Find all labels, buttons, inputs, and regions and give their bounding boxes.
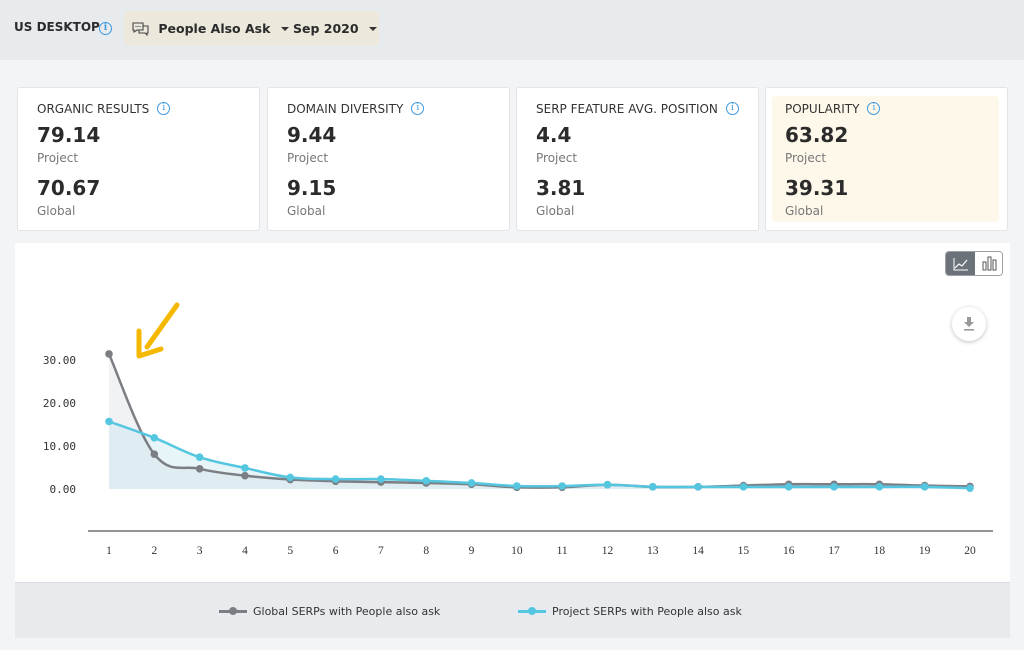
project-point-8[interactable]	[422, 477, 431, 485]
y-tick-label: 0.00	[50, 483, 77, 496]
x-tick-label: 18	[874, 545, 886, 557]
project-point-7[interactable]	[377, 475, 385, 483]
project-point-17[interactable]	[830, 483, 838, 491]
x-tick-label: 4	[242, 545, 248, 557]
x-tick-label: 7	[378, 545, 384, 557]
annotation-arrow	[136, 302, 180, 359]
x-tick-label: 1	[106, 545, 112, 557]
download-button[interactable]	[952, 307, 986, 341]
x-tick-label: 12	[602, 545, 614, 557]
legend-item-global[interactable]: Global SERPs with People also ask	[219, 605, 440, 618]
project-point-14[interactable]	[694, 483, 702, 491]
download-icon	[964, 317, 974, 331]
line-view-button[interactable]	[946, 252, 975, 275]
x-tick-label: 11	[557, 545, 568, 557]
x-tick-label: 3	[197, 545, 203, 557]
line-chart: 0.0010.0020.0030.00 1 2 3 4 5 6 7 8 9 10 11 12 13 14 1…	[43, 302, 993, 557]
series-area-project	[109, 421, 970, 489]
bar-view-button[interactable]	[975, 252, 1002, 275]
global-point-1[interactable]	[105, 350, 113, 358]
x-tick-label: 10	[511, 545, 523, 557]
legend-swatch-global	[219, 606, 247, 615]
project-point-4[interactable]	[241, 464, 249, 472]
y-tick-label: 20.00	[43, 397, 76, 410]
project-point-15[interactable]	[739, 483, 748, 491]
x-tick-label: 16	[783, 545, 795, 557]
global-point-3[interactable]	[195, 464, 204, 473]
legend-label: Global SERPs with People also ask	[253, 605, 441, 618]
x-tick-label: 20	[964, 545, 976, 557]
project-point-16[interactable]	[784, 483, 793, 491]
x-tick-label: 15	[738, 545, 750, 557]
line-chart-icon	[953, 258, 968, 271]
x-tick-label: 14	[692, 545, 704, 557]
project-point-19[interactable]	[920, 483, 929, 491]
bar-chart-icon	[982, 256, 997, 271]
legend-label: Project SERPs with People also ask	[552, 605, 742, 618]
y-tick-label: 10.00	[43, 440, 76, 453]
project-point-13[interactable]	[648, 483, 657, 491]
x-tick-label: 9	[469, 545, 475, 557]
project-point-11[interactable]	[558, 482, 566, 490]
x-tick-label: 13	[647, 545, 659, 557]
x-tick-label: 5	[287, 545, 293, 557]
x-tick-label: 17	[828, 545, 840, 557]
project-point-1[interactable]	[105, 417, 113, 426]
x-tick-label: 6	[333, 545, 339, 557]
project-point-5[interactable]	[286, 473, 295, 482]
chart-view-toggle	[945, 251, 1003, 276]
project-point-6[interactable]	[331, 475, 340, 483]
project-point-20[interactable]	[966, 484, 974, 492]
project-point-2[interactable]	[150, 434, 159, 442]
project-point-3[interactable]	[195, 453, 204, 461]
chart-legend: Global SERPs with People also ask Projec…	[15, 582, 1010, 638]
x-tick-label: 19	[919, 545, 931, 557]
legend-item-project[interactable]: Project SERPs with People also ask	[518, 605, 742, 618]
x-tick-label: 8	[423, 545, 429, 557]
project-point-12[interactable]	[603, 480, 612, 489]
project-point-18[interactable]	[875, 483, 884, 491]
project-point-9[interactable]	[467, 479, 476, 487]
project-point-10[interactable]	[513, 482, 521, 490]
legend-swatch-project	[518, 606, 546, 615]
x-tick-label: 2	[151, 545, 157, 557]
y-tick-label: 30.00	[43, 354, 76, 367]
global-point-2[interactable]	[150, 450, 159, 458]
global-point-4[interactable]	[241, 471, 249, 480]
